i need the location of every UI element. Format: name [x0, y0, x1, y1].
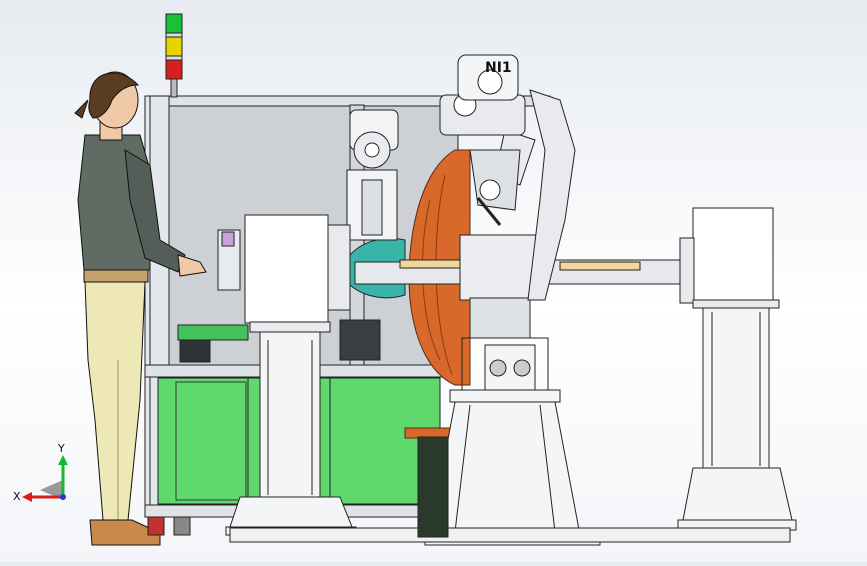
leveling-feet	[147, 516, 191, 536]
assembly-canvas[interactable]: NI1 Y X	[0, 0, 867, 562]
x-axis-label: X	[13, 490, 21, 503]
signal-light-yellow	[165, 36, 183, 57]
robot-model-label: NI1	[485, 60, 512, 76]
right-tailstock	[679, 207, 780, 309]
right-pedestal	[677, 307, 797, 531]
signal-tower	[165, 13, 183, 98]
robot-pedestal-wide	[424, 389, 601, 546]
cad-3d-viewport[interactable]: NI1 Y X	[0, 0, 867, 562]
signal-light-red	[165, 59, 183, 80]
y-axis-label: Y	[57, 442, 65, 455]
signal-light-green	[165, 13, 183, 34]
axis-triad: Y X	[13, 442, 68, 503]
